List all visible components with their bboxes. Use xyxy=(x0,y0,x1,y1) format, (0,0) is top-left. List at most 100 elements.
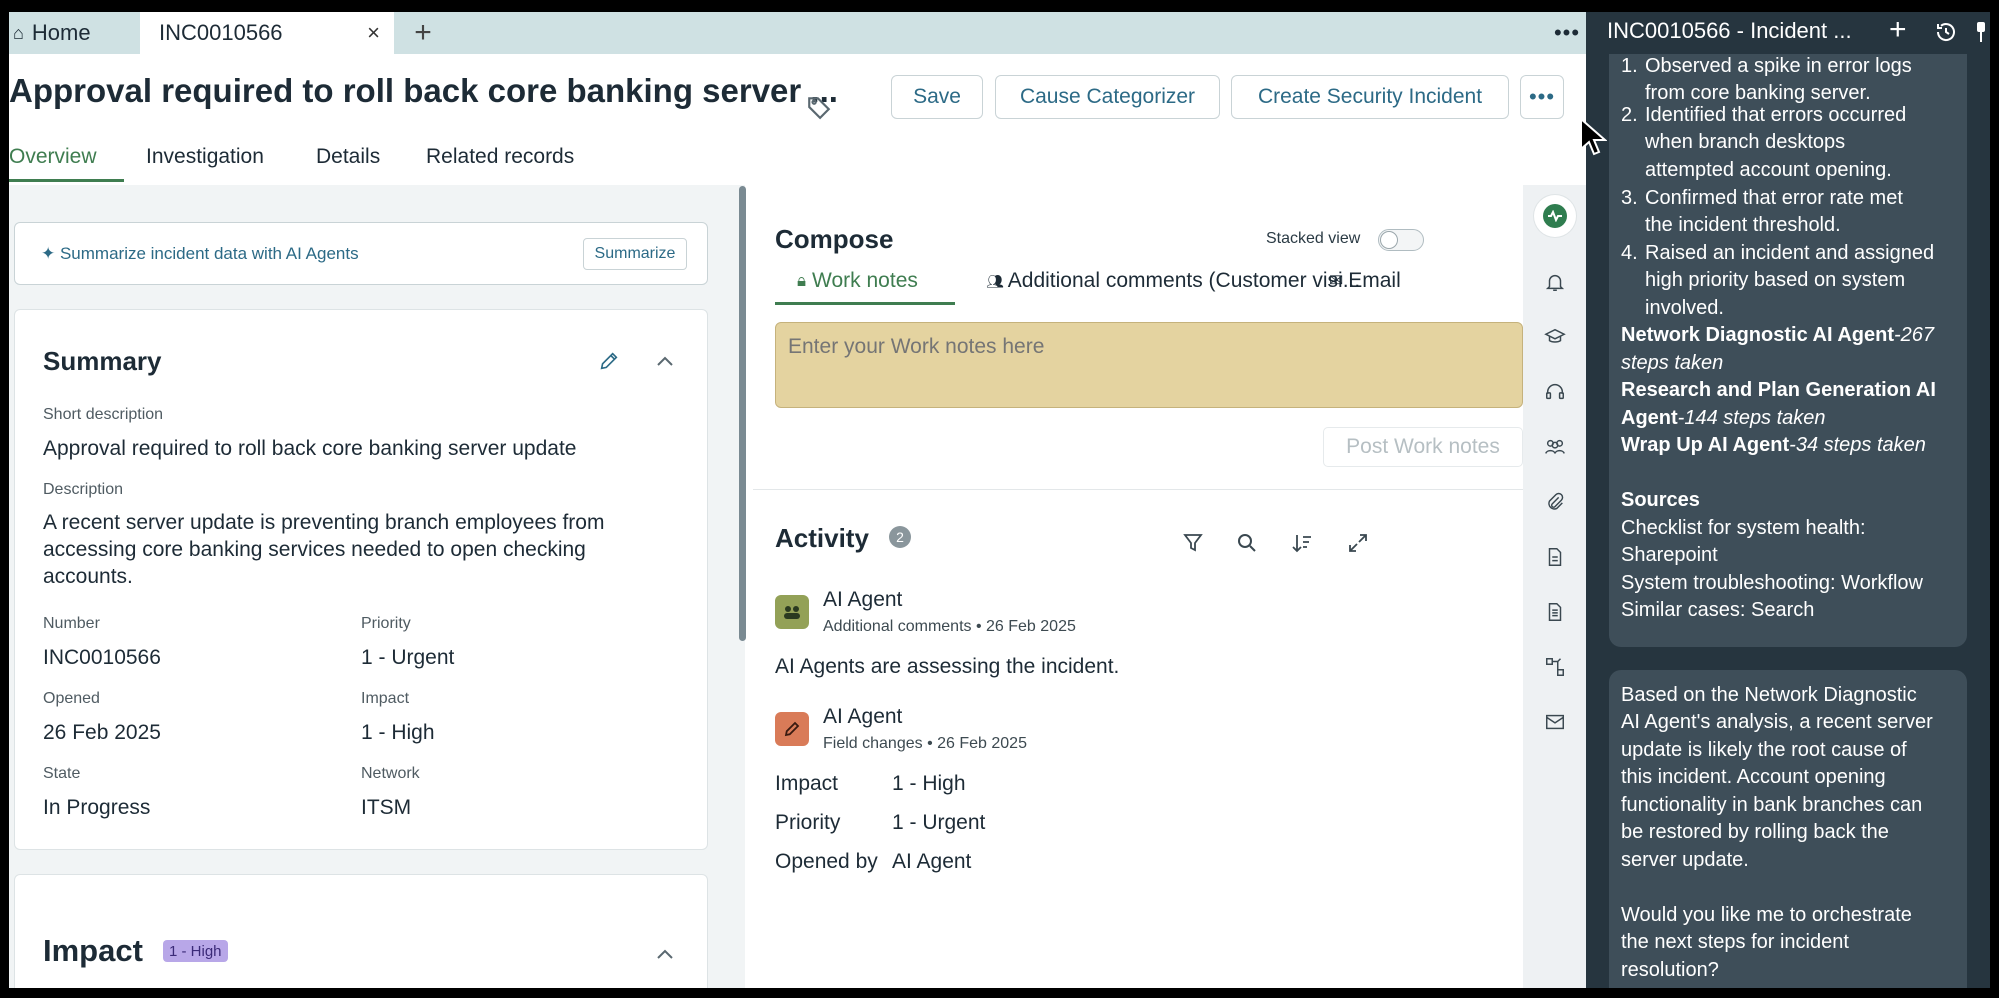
tab-more-button[interactable]: ••• xyxy=(1549,12,1585,54)
chevron-up-icon[interactable] xyxy=(655,947,675,961)
create-security-incident-button[interactable]: Create Security Incident xyxy=(1231,75,1509,119)
chevron-up-icon[interactable] xyxy=(655,354,675,368)
assistant-message-analysis: Based on the Network Diagnostic AI Agent… xyxy=(1609,670,1967,988)
close-icon[interactable]: × xyxy=(367,20,380,46)
step-line: involved. xyxy=(1645,297,1724,319)
message-line: this incident. Account opening xyxy=(1621,766,1886,788)
lock-icon: 🔒︎ xyxy=(797,271,807,290)
tab-additional-comments[interactable]: 👥︎ Additional comments (Customer visi... xyxy=(986,269,1360,293)
save-button[interactable]: Save xyxy=(891,75,983,119)
graduation-cap-icon[interactable] xyxy=(1544,326,1566,348)
expand-icon[interactable] xyxy=(1346,531,1370,555)
filter-icon[interactable] xyxy=(1181,531,1205,555)
agent-name: Network Diagnostic AI Agent xyxy=(1621,324,1894,346)
field-change-value: 1 - Urgent xyxy=(892,811,986,834)
description-label: Description xyxy=(43,481,124,498)
stacked-view-toggle[interactable] xyxy=(1378,229,1424,251)
agent-line: Agent-144 steps taken xyxy=(1621,405,1826,433)
number-label: Number xyxy=(43,615,100,632)
activity-author: AI Agent xyxy=(823,705,903,728)
panel-scrollbar[interactable] xyxy=(739,186,746,641)
mail-icon: ✉︎ xyxy=(1329,271,1344,290)
tab-related-records[interactable]: Related records xyxy=(426,145,574,169)
activity-text: AI Agents are assessing the incident. xyxy=(775,655,1120,678)
summarize-button[interactable]: Summarize xyxy=(583,238,687,270)
bell-icon[interactable] xyxy=(1544,271,1566,293)
step-line: Confirmed that error rate met xyxy=(1645,187,1903,209)
paperclip-icon[interactable] xyxy=(1544,491,1566,513)
toggle-knob xyxy=(1380,231,1398,249)
tab-investigation[interactable]: Investigation xyxy=(146,145,264,169)
pulse-icon xyxy=(1543,204,1567,228)
tab-home[interactable]: ⌂ Home xyxy=(9,12,139,54)
tab-email[interactable]: ✉︎ Email xyxy=(1329,269,1401,293)
tab-incident-label: INC0010566 xyxy=(159,20,283,45)
pin-icon[interactable] xyxy=(1974,20,1988,44)
work-notes-input[interactable] xyxy=(775,322,1523,408)
message-line: Based on the Network Diagnostic xyxy=(1621,684,1917,706)
step-line: Identified that errors occurred xyxy=(1645,104,1907,126)
message-line: functionality in bank branches can xyxy=(1621,794,1923,816)
agent-name: Agent xyxy=(1621,407,1678,429)
ai-agent-avatar xyxy=(775,712,809,746)
sort-icon[interactable] xyxy=(1290,531,1314,555)
agent-line: Wrap Up AI Agent-34 steps taken xyxy=(1621,432,1926,460)
agent-line: Network Diagnostic AI Agent-267 xyxy=(1621,322,1934,350)
tab-work-notes[interactable]: 🔒︎ Work notes xyxy=(797,269,918,293)
source-item[interactable]: Sharepoint xyxy=(1621,542,1718,570)
message-line: be restored by rolling back the xyxy=(1621,821,1889,843)
field-change-label: Impact xyxy=(775,772,839,795)
tab-incident[interactable]: INC0010566 × xyxy=(140,12,394,54)
overview-panel: ✦ Summarize incident data with AI Agents… xyxy=(9,185,745,988)
post-work-notes-button[interactable]: Post Work notes xyxy=(1323,427,1523,467)
document-list-icon[interactable] xyxy=(1544,601,1566,623)
tab-details[interactable]: Details xyxy=(316,145,380,169)
source-item[interactable]: Checklist for system health: xyxy=(1621,515,1866,543)
envelope-icon[interactable] xyxy=(1544,711,1566,733)
question-line: Would you like me to orchestrate xyxy=(1621,904,1912,926)
step-number: 3. xyxy=(1621,187,1638,209)
new-tab-button[interactable]: + xyxy=(403,12,443,54)
tab-overview[interactable]: Overview xyxy=(9,145,97,169)
pencil-icon[interactable] xyxy=(598,350,620,372)
description-value: A recent server update is preventing bra… xyxy=(43,511,605,588)
history-icon[interactable] xyxy=(1934,20,1958,44)
browser-tab-bar: ⌂ Home INC0010566 × + ••• xyxy=(9,12,1586,54)
document-icon[interactable] xyxy=(1544,546,1566,568)
agent-steps: -34 steps taken xyxy=(1789,434,1926,456)
step-number: 4. xyxy=(1621,242,1638,264)
more-actions-button[interactable]: ••• xyxy=(1520,75,1564,119)
ai-summarize-link[interactable]: ✦ Summarize incident data with AI Agents xyxy=(41,244,359,264)
cause-categorizer-button[interactable]: Cause Categorizer xyxy=(995,75,1220,119)
agent-steps: -267 xyxy=(1894,324,1935,346)
source-item[interactable]: Similar cases: Search xyxy=(1621,597,1814,625)
activity-meta: Additional comments • 26 Feb 2025 xyxy=(823,618,1076,635)
question-line: the next steps for incident xyxy=(1621,931,1849,953)
state-label: State xyxy=(43,765,81,782)
headset-icon[interactable] xyxy=(1544,381,1566,403)
impact-value: 1 - High xyxy=(361,721,435,744)
field-change-value: AI Agent xyxy=(892,850,972,873)
team-icon[interactable] xyxy=(1544,436,1566,458)
summary-card: Summary Short description Approval requi… xyxy=(14,309,708,850)
rail-activity-button[interactable] xyxy=(1534,195,1576,237)
activity-meta: Field changes • 26 Feb 2025 xyxy=(823,735,1027,752)
field-change-label: Priority xyxy=(775,811,841,834)
step-line: Observed a spike in error logs xyxy=(1645,55,1912,77)
search-icon[interactable] xyxy=(1235,531,1259,555)
new-conversation-button[interactable]: + xyxy=(1889,13,1907,47)
source-item[interactable]: System troubleshooting: Workflow xyxy=(1621,570,1923,598)
message-line: server update. xyxy=(1621,849,1749,871)
workflow-icon[interactable] xyxy=(1544,656,1566,678)
home-icon: ⌂ xyxy=(13,22,24,43)
stacked-view-label: Stacked view xyxy=(1266,230,1361,247)
active-tab-indicator xyxy=(9,179,124,182)
network-label: Network xyxy=(361,765,420,782)
message-line: update is likely the root cause of xyxy=(1621,739,1907,761)
tag-icon[interactable] xyxy=(806,94,832,120)
impact-card: Impact 1 - High xyxy=(14,874,708,988)
priority-label: Priority xyxy=(361,615,411,632)
assistant-message-steps: 1. Observed a spike in error logs from c… xyxy=(1609,54,1967,647)
mouse-cursor-icon xyxy=(1580,117,1607,156)
compose-section: Compose Stacked view 🔒︎ Work notes 👥︎ Ad… xyxy=(753,185,1523,489)
